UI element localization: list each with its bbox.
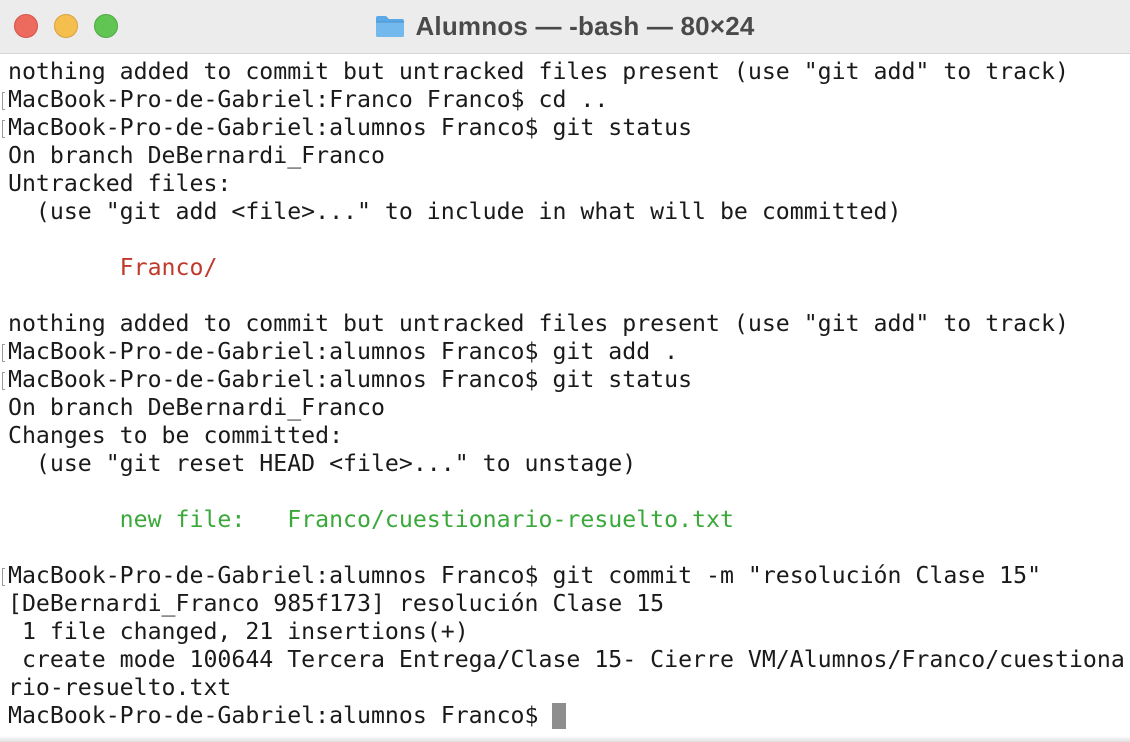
command-line: MacBook-Pro-de-Gabriel:alumnos Franco$ g…	[0, 114, 1130, 142]
line-text: Franco/	[8, 254, 218, 281]
command-line: MacBook-Pro-de-Gabriel:alumnos Franco$ g…	[0, 366, 1130, 394]
output-line: Untracked files:	[0, 170, 1130, 198]
command-line: MacBook-Pro-de-Gabriel:alumnos Franco$ g…	[0, 338, 1130, 366]
output-line: rio-resuelto.txt	[0, 674, 1130, 702]
output-line: Franco/	[0, 254, 1130, 282]
prompt-line[interactable]: MacBook-Pro-de-Gabriel:alumnos Franco$	[0, 702, 1130, 730]
output-line: On branch DeBernardi_Franco	[0, 394, 1130, 422]
line-text: On branch DeBernardi_Franco	[8, 394, 385, 421]
line-text: Untracked files:	[8, 170, 232, 197]
title-bar[interactable]: Alumnos — -bash — 80×24	[0, 0, 1130, 54]
line-text: nothing added to commit but untracked fi…	[8, 310, 1069, 337]
line-text: MacBook-Pro-de-Gabriel:alumnos Franco$ g…	[8, 366, 693, 393]
line-text: nothing added to commit but untracked fi…	[8, 58, 1069, 85]
window-title-group: Alumnos — -bash — 80×24	[0, 0, 1130, 52]
output-line: create mode 100644 Tercera Entrega/Clase…	[0, 646, 1130, 674]
line-text: new file: Franco/cuestionario-resuelto.t…	[8, 506, 734, 533]
output-line: nothing added to commit but untracked fi…	[0, 310, 1130, 338]
line-text: 1 file changed, 21 insertions(+)	[8, 618, 469, 645]
line-text: On branch DeBernardi_Franco	[8, 142, 385, 169]
output-line: Changes to be committed:	[0, 422, 1130, 450]
line-text: MacBook-Pro-de-Gabriel:alumnos Franco$ g…	[8, 114, 693, 141]
line-text: MacBook-Pro-de-Gabriel:Franco Franco$ cd…	[8, 86, 609, 113]
output-line: nothing added to commit but untracked fi…	[0, 58, 1130, 86]
text-cursor	[552, 703, 567, 729]
line-text: MacBook-Pro-de-Gabriel:alumnos Franco$ g…	[8, 338, 679, 365]
folder-icon	[375, 14, 405, 38]
window-title: Alumnos — -bash — 80×24	[415, 10, 755, 41]
output-line: 1 file changed, 21 insertions(+)	[0, 618, 1130, 646]
terminal-output[interactable]: nothing added to commit but untracked fi…	[0, 58, 1130, 742]
line-text: [DeBernardi_Franco 985f173] resolución C…	[8, 590, 665, 617]
line-text: Changes to be committed:	[8, 422, 344, 449]
prompt-text: MacBook-Pro-de-Gabriel:alumnos Franco$	[8, 702, 553, 729]
line-text: rio-resuelto.txt	[8, 674, 232, 701]
output-line: (use "git add <file>..." to include in w…	[0, 198, 1130, 226]
line-text: create mode 100644 Tercera Entrega/Clase…	[8, 646, 1125, 673]
terminal-window: Alumnos — -bash — 80×24 nothing added to…	[0, 0, 1130, 742]
line-text: MacBook-Pro-de-Gabriel:alumnos Franco$ g…	[8, 562, 1042, 589]
output-line: On branch DeBernardi_Franco	[0, 142, 1130, 170]
line-text: (use "git reset HEAD <file>..." to unsta…	[8, 450, 637, 477]
command-line: MacBook-Pro-de-Gabriel:alumnos Franco$ g…	[0, 562, 1130, 590]
output-line: new file: Franco/cuestionario-resuelto.t…	[0, 506, 1130, 534]
command-line: MacBook-Pro-de-Gabriel:Franco Franco$ cd…	[0, 86, 1130, 114]
line-text: (use "git add <file>..." to include in w…	[8, 198, 902, 225]
output-line: (use "git reset HEAD <file>..." to unsta…	[0, 450, 1130, 478]
scroll-edge	[0, 736, 1130, 742]
output-line: [DeBernardi_Franco 985f173] resolución C…	[0, 590, 1130, 618]
